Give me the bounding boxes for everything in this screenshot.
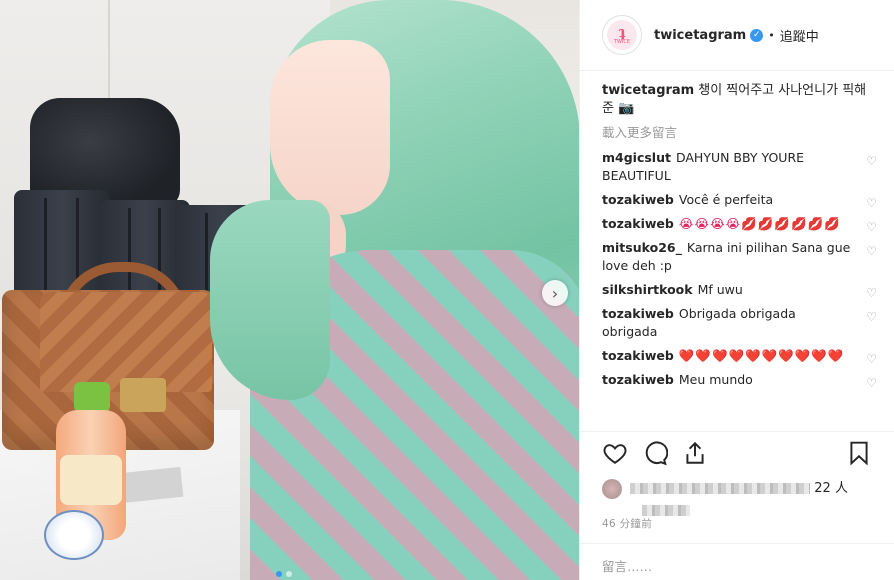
verified-badge-icon: ✓	[750, 28, 764, 42]
comment-text: 😭😭😭😭💋💋💋💋💋💋	[678, 216, 841, 231]
comment-text: Meu mundo	[678, 372, 753, 387]
follow-status-button[interactable]: 追蹤中	[780, 26, 819, 45]
photo-face	[270, 40, 390, 215]
liker-avatar	[602, 478, 622, 499]
carousel-next-button[interactable]: ›	[542, 280, 568, 306]
comment-item: silkshirtkook Mf uwu ♡	[602, 281, 877, 302]
post-caption: twicetagram 챙이 찍어주고 사나언니가 픽해준 📷	[602, 82, 877, 118]
post-timestamp[interactable]: 46 分鐘前	[602, 516, 652, 531]
photo-person	[210, 0, 579, 580]
carousel-dot	[286, 571, 292, 577]
comment-like-heart-icon[interactable]: ♡	[866, 308, 877, 326]
post-header: ʇ TWICE twicetagram ✓ • 追蹤中	[580, 0, 894, 71]
logo-mark: ʇ	[618, 23, 626, 41]
bookmark-icon	[850, 441, 868, 466]
comment-item: tozakiweb Meu mundo ♡	[602, 371, 877, 392]
comment-username[interactable]: tozakiweb	[602, 192, 674, 207]
actions-divider	[580, 431, 894, 432]
comment-button[interactable]	[642, 440, 669, 466]
instagram-post: › ʇ TWICE twicetagram ✓ • 追蹤中 twicetagra…	[0, 0, 894, 580]
comment-username[interactable]: tozakiweb	[602, 348, 674, 363]
comment-username[interactable]: m4gicslut	[602, 150, 671, 165]
comment-like-heart-icon[interactable]: ♡	[866, 350, 877, 368]
photo-handbag-flap	[40, 292, 212, 392]
photo-hair-front	[210, 200, 330, 400]
blurred-liker-names	[630, 483, 811, 494]
comment-username[interactable]: mitsuko26_	[602, 240, 682, 255]
save-button[interactable]	[846, 440, 872, 466]
share-button[interactable]	[682, 440, 708, 466]
blurred-liker-names-line2	[642, 504, 690, 516]
comments-list: twicetagram 챙이 찍어주고 사나언니가 픽해준 📷 載入更多留言 m4…	[602, 82, 877, 392]
comment-item: mitsuko26_ Karna ini pilihan Sana gue lov…	[602, 239, 877, 275]
photo-handbag-clasp	[120, 378, 166, 412]
comment-text: ❤️❤️❤️❤️❤️❤️❤️❤️❤️❤️	[678, 348, 845, 363]
photo-bottle-label	[60, 455, 122, 505]
comment-box-divider	[580, 543, 894, 544]
profile-avatar[interactable]: ʇ TWICE	[602, 15, 642, 55]
comment-username[interactable]: tozakiweb	[602, 372, 674, 387]
comment-username[interactable]: tozakiweb	[602, 216, 674, 231]
logo-sub: TWICE	[613, 39, 631, 45]
comment-like-heart-icon[interactable]: ♡	[866, 284, 877, 302]
chevron-right-icon: ›	[551, 283, 559, 303]
header-username[interactable]: twicetagram	[654, 28, 746, 43]
comment-item: tozakiweb Obrigada obrigada obrigada ♡	[602, 305, 877, 341]
comment-like-heart-icon[interactable]: ♡	[866, 152, 877, 170]
add-comment-input[interactable]: 留言……	[602, 556, 652, 575]
comment-text: Você é perfeita	[678, 192, 774, 207]
header-separator: •	[768, 28, 775, 42]
share-arrow-icon	[686, 441, 704, 464]
carousel-dot-active	[276, 571, 282, 577]
like-button[interactable]	[602, 440, 628, 466]
twice-logo-icon: ʇ TWICE	[607, 20, 637, 50]
load-more-comments-link[interactable]: 載入更多留言	[602, 124, 877, 141]
likes-summary[interactable]: 22 人	[602, 477, 892, 516]
comment-like-heart-icon[interactable]: ♡	[866, 218, 877, 236]
comment-like-heart-icon[interactable]: ♡	[866, 374, 877, 392]
caption-username[interactable]: twicetagram	[602, 83, 694, 98]
comment-like-heart-icon[interactable]: ♡	[866, 194, 877, 212]
comment-username[interactable]: silkshirtkook	[602, 282, 693, 297]
photo-bottle-cap	[74, 382, 110, 412]
photo-cup	[44, 510, 104, 560]
comment-item: tozakiweb 😭😭😭😭💋💋💋💋💋💋 ♡	[602, 215, 877, 236]
speech-bubble-icon	[645, 441, 669, 466]
heart-outline-icon	[603, 444, 627, 464]
comment-username[interactable]: tozakiweb	[602, 306, 674, 321]
post-actions-bar	[602, 440, 877, 470]
comment-item: m4gicslut DAHYUN BBY YOURE BEAUTIFUL ♡	[602, 149, 877, 185]
post-side-panel: ʇ TWICE twicetagram ✓ • 追蹤中 twicetagram 챙…	[579, 0, 894, 580]
comment-item: tozakiweb ❤️❤️❤️❤️❤️❤️❤️❤️❤️❤️ ♡	[602, 347, 877, 368]
comment-item: tozakiweb Você é perfeita ♡	[602, 191, 877, 212]
post-photo[interactable]: ›	[0, 0, 579, 580]
carousel-dots	[276, 571, 292, 577]
comment-like-heart-icon[interactable]: ♡	[866, 242, 877, 260]
comment-text: Mf uwu	[697, 282, 743, 297]
likes-count-suffix: 22 人	[814, 481, 848, 496]
